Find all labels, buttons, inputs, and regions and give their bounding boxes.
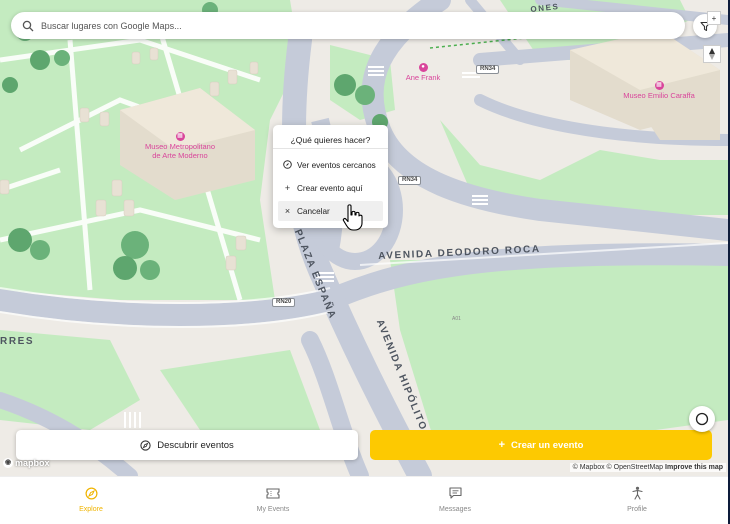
landmark-icon: ● [418,63,428,72]
hand-cursor-icon [342,204,363,231]
context-menu-title: ¿Qué quieres hacer? [290,135,371,145]
locate-me-button[interactable] [689,406,715,432]
compass-icon [84,486,98,500]
plus-icon: + [498,439,506,451]
attribution-text[interactable]: © Mapbox © OpenStreetMap [573,464,663,471]
compass-button[interactable] [703,45,721,63]
menu-item-cancel[interactable]: × Cancelar [278,201,383,221]
bottom-navigation: Explore My Events Messages Profile [0,476,728,524]
museum-icon: ▦ [175,132,185,141]
menu-item-view-nearby[interactable]: Ver eventos cercanos [278,155,383,175]
create-event-label: Crear un evento [511,439,584,451]
poi-ane-frank[interactable]: ● Ane Frank [402,63,444,82]
poi-museo-metropolitano[interactable]: ▦ Museo Metropolitano de Arte Moderno [140,132,220,160]
poi-label: Ane Frank [405,73,441,82]
nav-item-label: Profile [627,506,647,513]
context-menu: ¿Qué quieres hacer? Ver eventos cercanos… [273,125,388,228]
app-window: AVENIDA DEODORO ROCA PLAZA ESPAÑA AVENID… [0,0,728,524]
compass-icon [140,439,151,451]
map-zoom-controls: + [703,11,721,63]
person-icon [631,486,643,500]
improve-map-link[interactable]: Improve this map [665,464,723,471]
road-shield: RN20 [272,298,296,307]
mapbox-icon: ◉ [3,458,13,468]
road-code-label: A01 [452,316,461,322]
search-bar[interactable] [11,12,685,39]
ticket-icon [266,486,280,500]
nav-item-label: Explore [79,506,103,513]
location-circle-icon [695,412,709,426]
zoom-in-button[interactable]: + [707,11,721,25]
mapbox-logo[interactable]: ◉ mapbox [3,458,50,468]
nav-item-messages[interactable]: Messages [364,477,546,524]
poi-museo-caraffa[interactable]: ▦ Museo Emilio Caraffa [612,81,706,100]
menu-divider [273,148,388,149]
menu-item-label: Ver eventos cercanos [297,160,376,170]
road-shield: RN34 [476,65,500,74]
nav-item-explore[interactable]: Explore [0,477,182,524]
search-icon [22,20,34,31]
poi-label: Museo Metropolitano de Arte Moderno [144,142,216,160]
nav-item-label: My Events [256,506,290,513]
poi-label: Museo Emilio Caraffa [623,91,695,100]
north-arrow-icon [709,48,715,60]
street-label-rres: RRES [0,336,35,347]
discover-events-button[interactable]: Descubrir eventos [16,430,358,460]
close-icon: × [284,206,291,216]
discover-events-label: Descubrir eventos [157,439,234,451]
message-icon [448,486,462,500]
road-shield: RN34 [398,176,422,185]
map-attribution: © Mapbox © OpenStreetMap Improve this ma… [569,463,726,472]
compass-icon [283,159,292,171]
museum-icon: ▦ [654,81,664,90]
map-canvas[interactable]: AVENIDA DEODORO ROCA PLAZA ESPAÑA AVENID… [0,0,728,476]
map-base-layer [0,0,728,476]
mapbox-logo-text: mapbox [15,458,50,468]
nav-item-my-events[interactable]: My Events [182,477,364,524]
nav-item-label: Messages [439,506,471,513]
menu-item-label: Cancelar [297,206,330,216]
create-event-button[interactable]: + Crear un evento [370,430,712,460]
plus-icon: + [284,183,291,193]
menu-item-label: Crear evento aquí [297,183,363,193]
search-input[interactable] [41,20,641,31]
menu-item-create-here[interactable]: + Crear evento aquí [278,178,383,198]
nav-item-profile[interactable]: Profile [546,477,728,524]
